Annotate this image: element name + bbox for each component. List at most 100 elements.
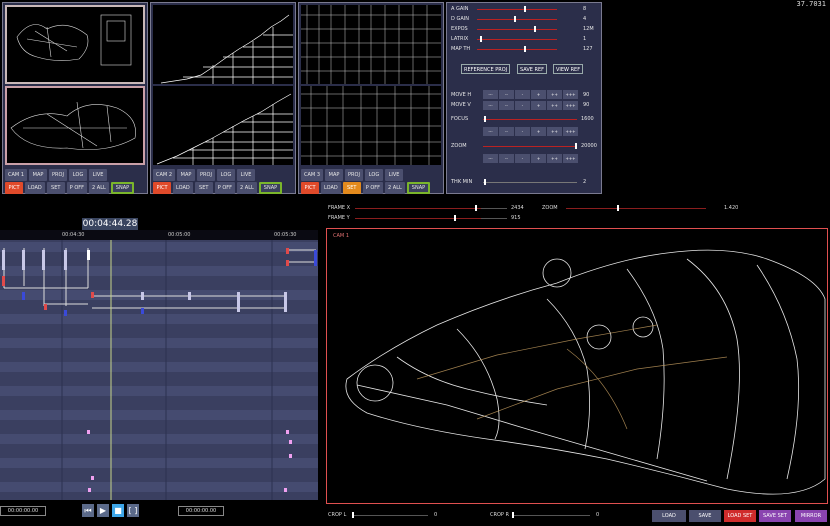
load-set-button[interactable]: LOAD SET	[724, 510, 756, 522]
two-all-button[interactable]: 2 ALL	[237, 182, 257, 194]
expos-slider[interactable]	[477, 26, 557, 32]
cam-select-button[interactable]: CAM 2	[153, 169, 175, 181]
stop-icon[interactable]: ■	[112, 504, 124, 517]
step-plus2-button[interactable]: ++	[547, 101, 562, 110]
step-plus1-button[interactable]: +	[531, 127, 546, 136]
slider-knob[interactable]	[480, 36, 482, 42]
slider-knob[interactable]	[453, 215, 456, 221]
frame-y-slider[interactable]	[355, 215, 481, 221]
pict-button[interactable]: PICT	[153, 182, 171, 194]
step-minus2-button[interactable]: --	[499, 90, 514, 99]
focus-slider[interactable]	[483, 116, 577, 122]
two-all-button[interactable]: 2 ALL	[385, 182, 405, 194]
live-button[interactable]: LIVE	[385, 169, 403, 181]
map-button[interactable]: MAP	[325, 169, 343, 181]
log-button[interactable]: LOG	[365, 169, 383, 181]
step-minus3-button[interactable]: ---	[483, 154, 498, 163]
p-off-button[interactable]: P OFF	[214, 182, 236, 194]
step-minus3-button[interactable]: ---	[483, 101, 498, 110]
zoom-slider[interactable]	[483, 143, 577, 149]
step-minus1-button[interactable]: -	[515, 127, 530, 136]
cam1-bottom-view[interactable]	[5, 86, 145, 165]
pict-button[interactable]: PICT	[301, 182, 319, 194]
timeline[interactable]	[0, 230, 318, 500]
cam3-top-view[interactable]	[301, 5, 441, 84]
step-plus3-button[interactable]: +++	[563, 127, 578, 136]
step-minus3-button[interactable]: ---	[483, 90, 498, 99]
step-minus1-button[interactable]: -	[515, 101, 530, 110]
step-plus1-button[interactable]: +	[531, 101, 546, 110]
view-ref-button[interactable]: VIEW REF	[553, 64, 584, 74]
main-camera-view[interactable]: CAM 1	[326, 228, 828, 504]
log-button[interactable]: LOG	[69, 169, 87, 181]
set-button[interactable]: SET	[46, 182, 65, 194]
crop-r-slider[interactable]	[512, 512, 590, 518]
latrix-slider[interactable]	[477, 36, 557, 42]
step-plus2-button[interactable]: ++	[547, 127, 562, 136]
load-button[interactable]: LOAD	[321, 182, 341, 194]
frame-x-slider[interactable]	[355, 205, 481, 211]
slider-knob[interactable]	[474, 205, 477, 211]
snap-button[interactable]: SNAP	[258, 182, 283, 194]
log-button[interactable]: LOG	[217, 169, 235, 181]
crop-l-slider[interactable]	[352, 512, 428, 518]
set-button[interactable]: SET	[194, 182, 213, 194]
play-icon[interactable]: ▶	[97, 504, 109, 517]
step-plus1-button[interactable]: +	[531, 90, 546, 99]
step-minus2-button[interactable]: --	[499, 154, 514, 163]
mirror-button[interactable]: MIRROR	[795, 510, 827, 522]
slider-knob[interactable]	[513, 16, 516, 22]
thk-min-slider[interactable]	[483, 179, 577, 185]
slider-knob[interactable]	[483, 116, 486, 122]
pict-button[interactable]: PICT	[5, 182, 23, 194]
start-timecode[interactable]: 00:00:00.00	[0, 506, 46, 516]
step-minus3-button[interactable]: ---	[483, 127, 498, 136]
step-plus1-button[interactable]: +	[531, 154, 546, 163]
skip-back-icon[interactable]: ⏮	[82, 504, 94, 517]
load-button[interactable]: LOAD	[25, 182, 45, 194]
map-button[interactable]: MAP	[177, 169, 195, 181]
live-button[interactable]: LIVE	[89, 169, 107, 181]
map-button[interactable]: MAP	[29, 169, 47, 181]
loop-bracket-icon[interactable]: [ ]	[127, 504, 139, 517]
slider-knob[interactable]	[524, 6, 526, 12]
slider-knob[interactable]	[534, 26, 537, 32]
step-minus1-button[interactable]: -	[515, 154, 530, 163]
save-set-button[interactable]: SAVE SET	[759, 510, 791, 522]
step-minus1-button[interactable]: -	[515, 90, 530, 99]
load-button[interactable]: LOAD	[173, 182, 193, 194]
cam3-bottom-view[interactable]	[301, 86, 441, 165]
frame-zoom-slider[interactable]	[566, 205, 706, 211]
snap-button[interactable]: SNAP	[110, 182, 135, 194]
d-gain-slider[interactable]	[477, 16, 557, 22]
step-plus3-button[interactable]: +++	[563, 101, 578, 110]
slider-knob[interactable]	[524, 46, 526, 52]
step-plus3-button[interactable]: +++	[563, 90, 578, 99]
a-gain-slider[interactable]	[477, 6, 557, 12]
timeline-ruler[interactable]: 00:04:30 00:05:00 00:05:30	[0, 230, 318, 240]
slider-knob[interactable]	[616, 205, 619, 211]
map-th-slider[interactable]	[477, 46, 557, 52]
slider-knob[interactable]	[483, 179, 486, 185]
end-timecode[interactable]: 00:00:00.00	[178, 506, 224, 516]
cam-select-button[interactable]: CAM 3	[301, 169, 323, 181]
live-button[interactable]: LIVE	[237, 169, 255, 181]
two-all-button[interactable]: 2 ALL	[89, 182, 109, 194]
step-plus2-button[interactable]: ++	[547, 154, 562, 163]
snap-button[interactable]: SNAP	[406, 182, 431, 194]
step-minus2-button[interactable]: --	[499, 101, 514, 110]
save-ref-button[interactable]: SAVE REF	[517, 64, 548, 74]
step-plus2-button[interactable]: ++	[547, 90, 562, 99]
step-plus3-button[interactable]: +++	[563, 154, 578, 163]
proj-button[interactable]: PROJ	[49, 169, 67, 181]
p-off-button[interactable]: P OFF	[362, 182, 384, 194]
set-button[interactable]: SET	[342, 182, 361, 194]
proj-button[interactable]: PROJ	[345, 169, 363, 181]
cam2-bottom-view[interactable]	[153, 86, 293, 165]
cam2-top-view[interactable]	[153, 5, 293, 84]
proj-button[interactable]: PROJ	[197, 169, 215, 181]
save-button[interactable]: SAVE	[689, 510, 721, 522]
slider-knob[interactable]	[575, 143, 577, 149]
step-minus2-button[interactable]: --	[499, 127, 514, 136]
p-off-button[interactable]: P OFF	[66, 182, 88, 194]
